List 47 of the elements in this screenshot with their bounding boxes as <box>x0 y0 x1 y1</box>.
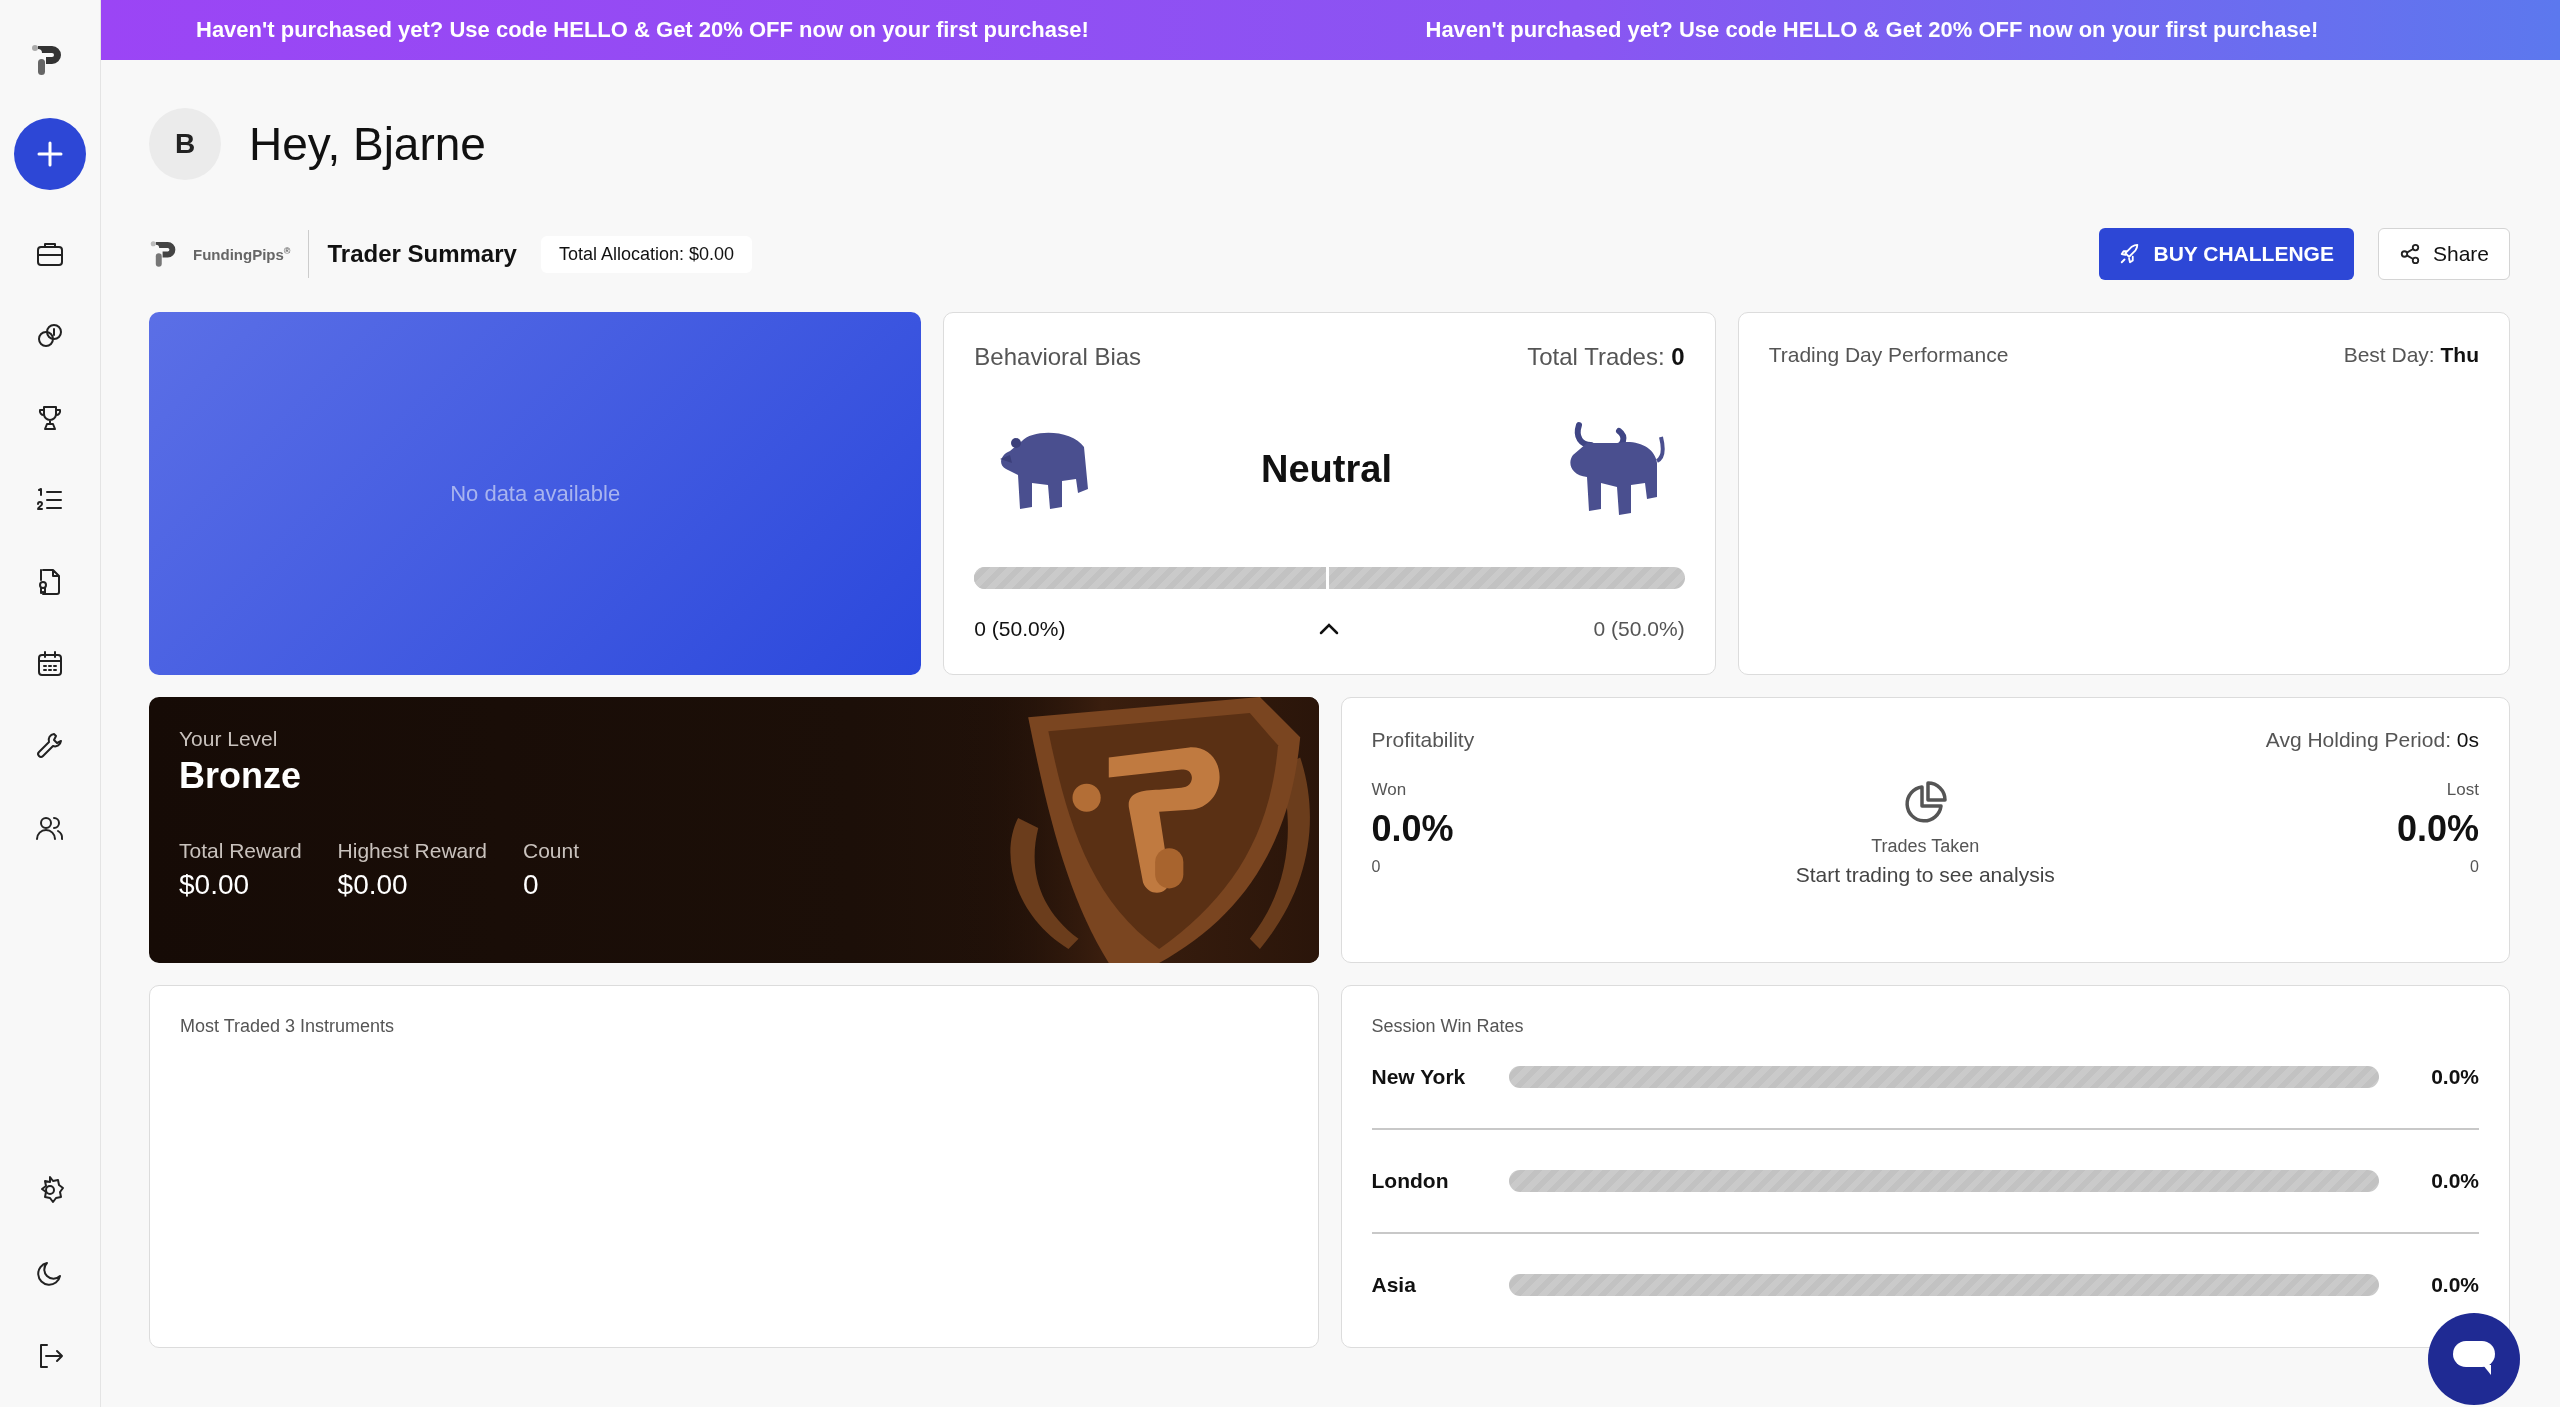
stat-label: Count <box>522 839 579 863</box>
avatar: B <box>149 108 221 180</box>
summary-title: Trader Summary <box>327 240 517 268</box>
bull-reading: 0 (50.0%) <box>1593 617 1685 641</box>
stat-value: 0.0% <box>2396 808 2479 850</box>
share-button[interactable]: Share <box>2377 228 2510 280</box>
empty-message: No data available <box>450 480 621 507</box>
stat-label: Highest Reward <box>337 839 487 863</box>
buy-challenge-button[interactable]: BUY CHALLENGE <box>2099 228 2354 280</box>
share-icon <box>2398 243 2421 265</box>
session-name: London <box>1371 1169 1450 1193</box>
stat-label: Won <box>1371 780 1408 800</box>
bias-verdict: Neutral <box>1261 447 1392 491</box>
card-title: Behavioral Bias <box>974 343 1142 371</box>
bear-reading: 0 (50.0%) <box>974 617 1066 641</box>
promo-text: Haven't purchased yet? Use code HELLO & Get 20% OFF now on your first purchase! <box>196 17 1089 43</box>
empty-message: Start trading to see analysis <box>1795 863 2055 887</box>
stat-label: Lost <box>2446 780 2479 800</box>
trade-count: 0 <box>2470 858 2479 876</box>
best-day: Best Day: Thu <box>2343 343 2479 367</box>
trade-count: 0 <box>1371 858 1382 876</box>
level-name: Bronze <box>179 755 302 797</box>
trades-taken-label: Trades Taken <box>1871 836 1980 857</box>
brand-name: FundingPips$^{®}$ <box>193 245 291 263</box>
pie-chart-icon <box>1902 780 1949 826</box>
session-name: New York <box>1371 1065 1467 1089</box>
stat-value: $0.00 <box>179 869 251 901</box>
greeting-heading: Hey, Bjarne <box>249 117 486 171</box>
session-name: Asia <box>1371 1273 1417 1297</box>
total-trades: Total Trades: 0 <box>1527 343 1685 371</box>
plus-icon <box>35 139 65 169</box>
promo-text: Haven't purchased yet? Use code HELLO & Get 20% OFF now on your first purchase! <box>1425 17 2319 43</box>
stat-value: $0.00 <box>337 869 409 901</box>
stat-label: Total Reward <box>179 839 302 863</box>
avg-holding-period: Avg Holding Period: 0s <box>2265 728 2479 752</box>
win-rate-value: 0.0% <box>2430 1169 2479 1193</box>
level-label: Your Level <box>179 727 279 751</box>
stat-value: 0 <box>522 869 540 901</box>
allocation-label: Total Allocation: $0.00 <box>540 235 752 273</box>
win-rate-value: 0.0% <box>2430 1065 2479 1089</box>
card-title: Most Traded 3 Instruments <box>180 1016 396 1037</box>
card-title: Profitability <box>1371 728 1475 752</box>
win-rate-value: 0.0% <box>2430 1273 2479 1297</box>
chevron-up-icon[interactable] <box>1318 622 1341 636</box>
card-title: Session Win Rates <box>1371 1016 1525 1037</box>
card-title: Trading Day Performance <box>1768 343 2009 367</box>
stat-value: 0.0% <box>1371 808 1454 850</box>
